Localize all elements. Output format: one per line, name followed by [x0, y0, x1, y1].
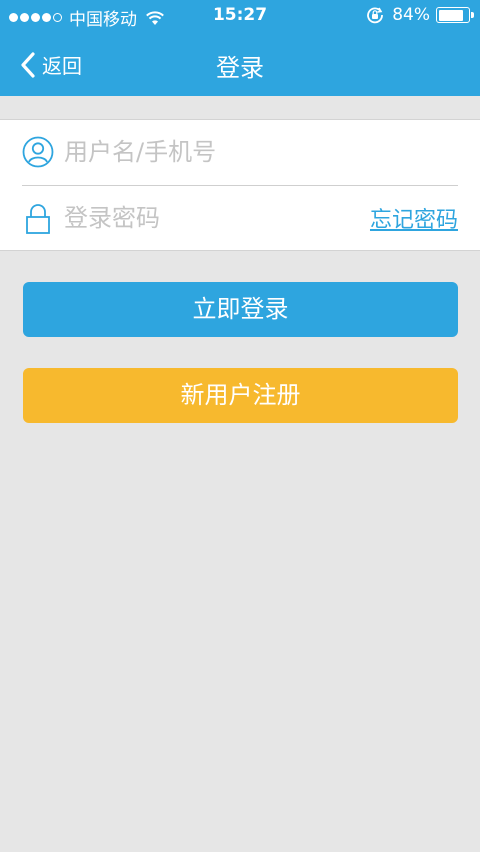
login-button[interactable]: 立即登录 [23, 282, 458, 337]
battery-icon [436, 7, 474, 23]
battery-percent: 84% [392, 5, 430, 25]
user-icon [22, 136, 54, 168]
password-input[interactable] [64, 198, 354, 238]
status-bar: 中国移动 15:27 84% [0, 0, 480, 32]
page-title: 登录 [216, 54, 264, 82]
battery-level [438, 9, 463, 21]
username-row [0, 120, 480, 185]
navigation-bar: 返回 登录 [0, 32, 480, 96]
rotation-lock-icon [367, 7, 384, 24]
username-input[interactable] [64, 132, 354, 172]
app-header: 中国移动 15:27 84% 返回 登录 [0, 0, 480, 96]
status-right: 84% [366, 5, 474, 25]
login-form: 忘记密码 [0, 119, 480, 251]
password-row: 忘记密码 [0, 186, 480, 251]
lock-icon [26, 204, 50, 234]
register-button[interactable]: 新用户注册 [23, 368, 458, 423]
forgot-password-link[interactable]: 忘记密码 [370, 202, 458, 234]
